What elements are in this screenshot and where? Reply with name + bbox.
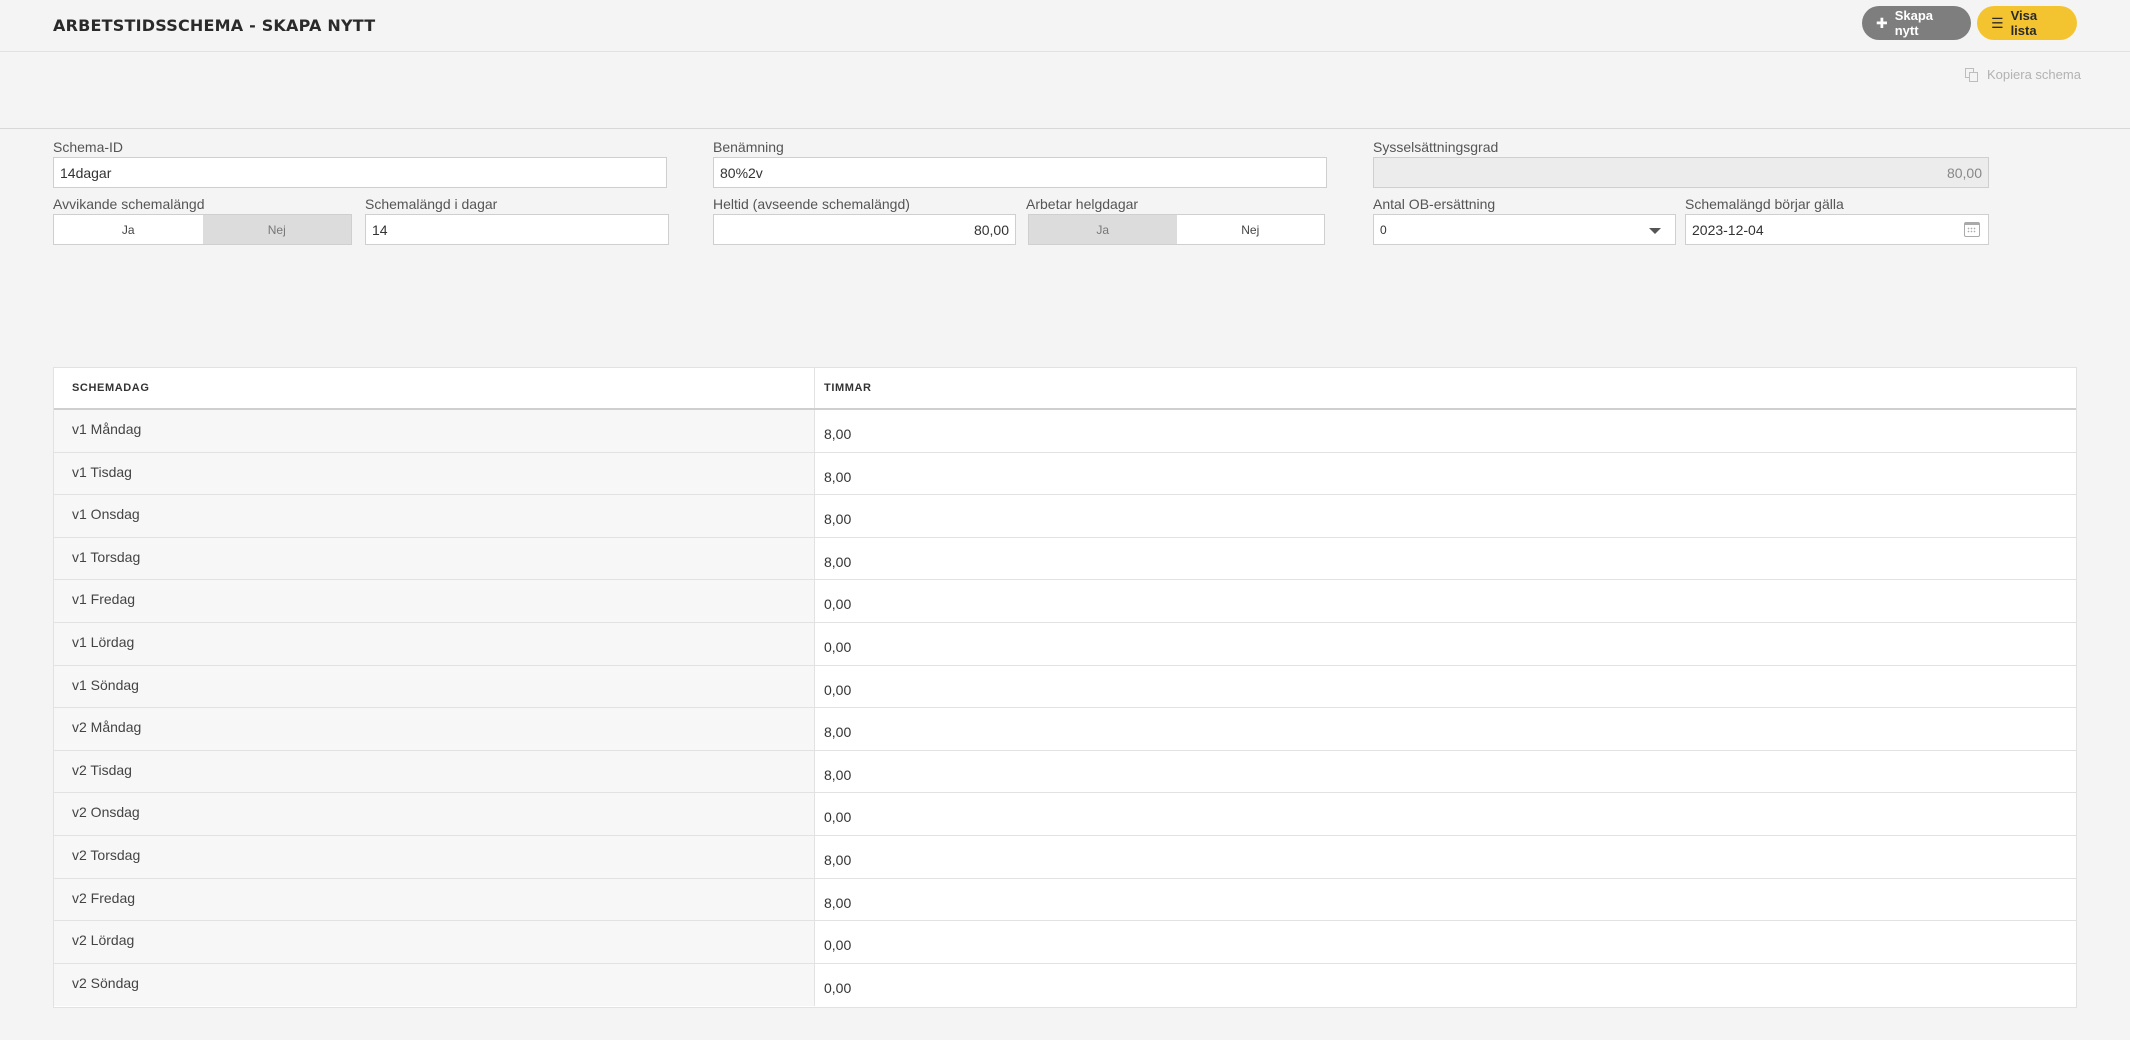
table-row: v1 Lördag 0,00 bbox=[54, 622, 2076, 666]
ob-compensation-select[interactable]: 0 bbox=[1373, 214, 1676, 245]
ob-compensation-label: Antal OB-ersättning bbox=[1373, 196, 1496, 212]
table-row: v2 Onsdag 0,00 bbox=[54, 793, 2076, 836]
deviating-length-toggle: Ja Nej bbox=[53, 214, 352, 245]
start-date-label: Schemalängd börjar gälla bbox=[1685, 196, 1844, 212]
employment-rate-label: Sysselsättningsgrad bbox=[1373, 139, 1499, 155]
table-row: v1 Tisdag 8,00 bbox=[54, 452, 2076, 496]
hours-cell[interactable]: 8,00 bbox=[815, 452, 2076, 495]
schedule-day-cell: v2 Söndag bbox=[54, 963, 815, 1007]
copy-schema-button[interactable]: Kopiera schema bbox=[1965, 67, 2081, 82]
hours-cell[interactable]: 0,00 bbox=[815, 921, 2076, 963]
schema-id-input[interactable]: 14dagar bbox=[53, 157, 667, 188]
page-title: ARBETSTIDSSCHEMA - SKAPA NYTT bbox=[53, 16, 376, 35]
schedule-day-cell: v2 Måndag bbox=[54, 708, 815, 750]
chevron-down-icon bbox=[1649, 228, 1661, 234]
schedule-day-cell: v1 Torsdag bbox=[54, 537, 815, 580]
works-holidays-no-option[interactable]: Nej bbox=[1177, 215, 1325, 244]
show-list-label: Visa lista bbox=[2010, 8, 2038, 38]
hours-cell[interactable]: 0,00 bbox=[815, 622, 2076, 665]
schedule-day-cell: v1 Måndag bbox=[54, 410, 815, 452]
schedule-day-cell: v2 Lördag bbox=[54, 921, 815, 963]
schedule-day-cell: v1 Söndag bbox=[54, 665, 815, 708]
deviating-length-label: Avvikande schemalängd bbox=[53, 196, 205, 212]
table-row: v2 Fredag 8,00 bbox=[54, 878, 2076, 922]
schedule-day-cell: v2 Torsdag bbox=[54, 835, 815, 878]
schedule-table: SCHEMADAG TIMMAR v1 Måndag 8,00 v1 Tisdag 8… bbox=[53, 367, 2077, 1008]
table-body: v1 Måndag 8,00 v1 Tisdag 8,00 v1 Onsdag 8,00 v… bbox=[54, 410, 2076, 1007]
hours-cell[interactable]: 8,00 bbox=[815, 878, 2076, 921]
toolbar: Kopiera schema bbox=[0, 52, 2130, 129]
hours-cell[interactable]: 8,00 bbox=[815, 708, 2076, 750]
length-days-input[interactable]: 14 bbox=[365, 214, 669, 245]
calendar-icon[interactable] bbox=[1964, 222, 1980, 237]
deviating-length-no-option[interactable]: Nej bbox=[202, 215, 351, 244]
schedule-day-cell: v1 Onsdag bbox=[54, 495, 815, 537]
works-holidays-yes-option[interactable]: Ja bbox=[1029, 215, 1177, 244]
table-row: v1 Torsdag 8,00 bbox=[54, 537, 2076, 581]
start-date-input[interactable]: 2023-12-04 bbox=[1685, 214, 1989, 245]
page-header: ARBETSTIDSSCHEMA - SKAPA NYTT ✚ Skapa ny… bbox=[0, 0, 2130, 52]
hours-cell[interactable]: 8,00 bbox=[815, 750, 2076, 793]
hours-cell[interactable]: 0,00 bbox=[815, 963, 2076, 1007]
fulltime-label: Heltid (avseende schemalängd) bbox=[713, 196, 910, 212]
works-holidays-toggle: Ja Nej bbox=[1028, 214, 1325, 245]
create-new-button[interactable]: ✚ Skapa nytt bbox=[1862, 6, 1971, 40]
hours-cell[interactable]: 8,00 bbox=[815, 537, 2076, 580]
fulltime-input[interactable]: 80,00 bbox=[713, 214, 1016, 245]
hours-cell[interactable]: 0,00 bbox=[815, 665, 2076, 708]
table-row: v2 Måndag 8,00 bbox=[54, 708, 2076, 751]
table-header: SCHEMADAG TIMMAR bbox=[54, 368, 2076, 410]
deviating-length-yes-option[interactable]: Ja bbox=[54, 215, 203, 244]
length-days-label: Schemalängd i dagar bbox=[365, 196, 498, 212]
table-row: v2 Söndag 0,00 bbox=[54, 963, 2076, 1007]
name-input[interactable]: 80%2v bbox=[713, 157, 1327, 188]
list-icon: ☰ bbox=[1991, 15, 2004, 31]
hours-cell[interactable]: 8,00 bbox=[815, 835, 2076, 878]
plus-icon: ✚ bbox=[1876, 15, 1888, 31]
column-header-hours[interactable]: TIMMAR bbox=[815, 368, 2076, 408]
table-row: v2 Lördag 0,00 bbox=[54, 921, 2076, 964]
table-row: v1 Måndag 8,00 bbox=[54, 410, 2076, 453]
schedule-day-cell: v1 Tisdag bbox=[54, 452, 815, 495]
table-row: v1 Fredag 0,00 bbox=[54, 580, 2076, 623]
table-row: v1 Onsdag 8,00 bbox=[54, 495, 2076, 538]
table-row: v2 Torsdag 8,00 bbox=[54, 835, 2076, 879]
hours-cell[interactable]: 8,00 bbox=[815, 410, 2076, 452]
schedule-day-cell: v1 Lördag bbox=[54, 622, 815, 665]
schedule-day-cell: v1 Fredag bbox=[54, 580, 815, 622]
create-new-label: Skapa nytt bbox=[1894, 8, 1934, 38]
table-row: v1 Söndag 0,00 bbox=[54, 665, 2076, 709]
schedule-day-cell: v2 Fredag bbox=[54, 878, 815, 921]
column-header-schemaday[interactable]: SCHEMADAG bbox=[54, 368, 815, 408]
schedule-day-cell: v2 Onsdag bbox=[54, 793, 815, 835]
works-holidays-label: Arbetar helgdagar bbox=[1026, 196, 1139, 212]
start-date-value: 2023-12-04 bbox=[1692, 221, 1764, 238]
name-label: Benämning bbox=[713, 139, 784, 155]
show-list-button[interactable]: ☰ Visa lista bbox=[1977, 6, 2077, 40]
ob-compensation-value: 0 bbox=[1380, 222, 1387, 237]
employment-rate-input: 80,00 bbox=[1373, 157, 1989, 188]
copy-icon bbox=[1965, 67, 1979, 82]
hours-cell[interactable]: 0,00 bbox=[815, 793, 2076, 835]
schedule-day-cell: v2 Tisdag bbox=[54, 750, 815, 793]
table-row: v2 Tisdag 8,00 bbox=[54, 750, 2076, 794]
schema-id-label: Schema-ID bbox=[53, 139, 124, 155]
hours-cell[interactable]: 0,00 bbox=[815, 580, 2076, 622]
copy-schema-label: Kopiera schema bbox=[1987, 67, 2081, 82]
hours-cell[interactable]: 8,00 bbox=[815, 495, 2076, 537]
